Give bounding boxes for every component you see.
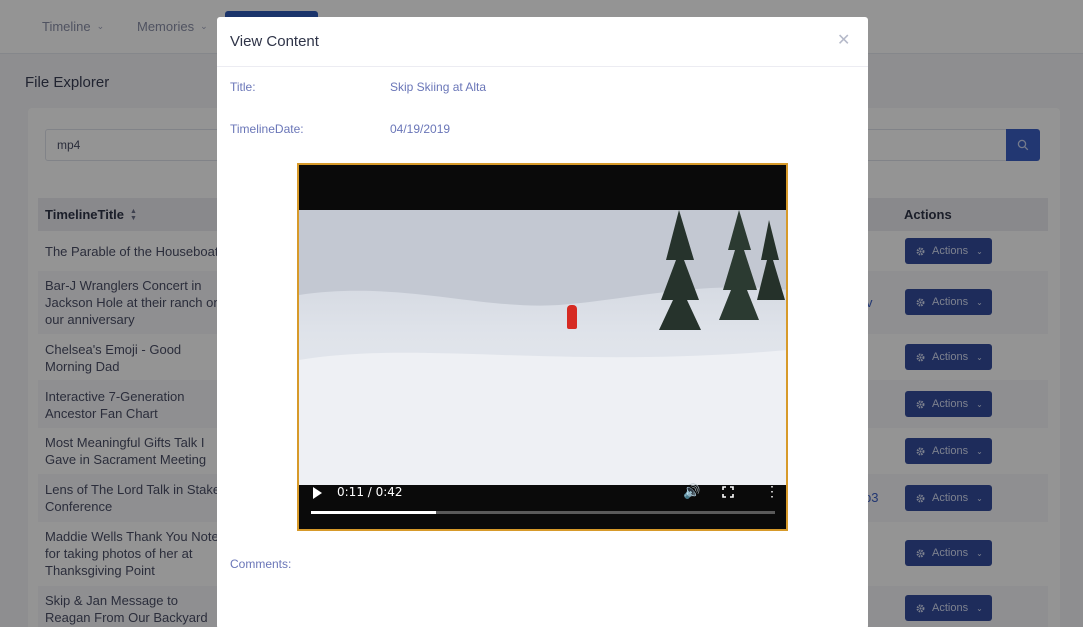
title-value: Skip Skiing at Alta [390,80,487,94]
video-time: 0:11 / 0:42 [337,485,403,499]
volume-icon[interactable]: 🔊 [683,483,700,500]
timeline-date-label: TimelineDate: [230,122,304,136]
modal-title: View Content [230,33,319,50]
play-icon[interactable] [313,487,322,499]
video-player[interactable]: 0:11 / 0:42 🔊 ⋮ [297,163,788,531]
view-content-modal: View Content ✕ Title: Skip Skiing at Alt… [217,17,868,627]
snow-slope-image [299,210,786,485]
video-controls: 0:11 / 0:42 🔊 ⋮ [299,483,786,529]
video-progress-bar[interactable] [311,511,775,514]
more-vert-icon[interactable]: ⋮ [765,484,779,498]
timeline-date-value: 04/19/2019 [390,122,451,136]
video-progress-fill [311,511,437,514]
close-icon[interactable]: ✕ [837,33,850,49]
fullscreen-icon[interactable] [722,486,734,498]
video-frame [299,210,786,485]
title-label: Title: [230,80,256,94]
modal-header: View Content ✕ [217,17,868,67]
skier [567,305,577,329]
comments-label: Comments: [230,557,292,571]
